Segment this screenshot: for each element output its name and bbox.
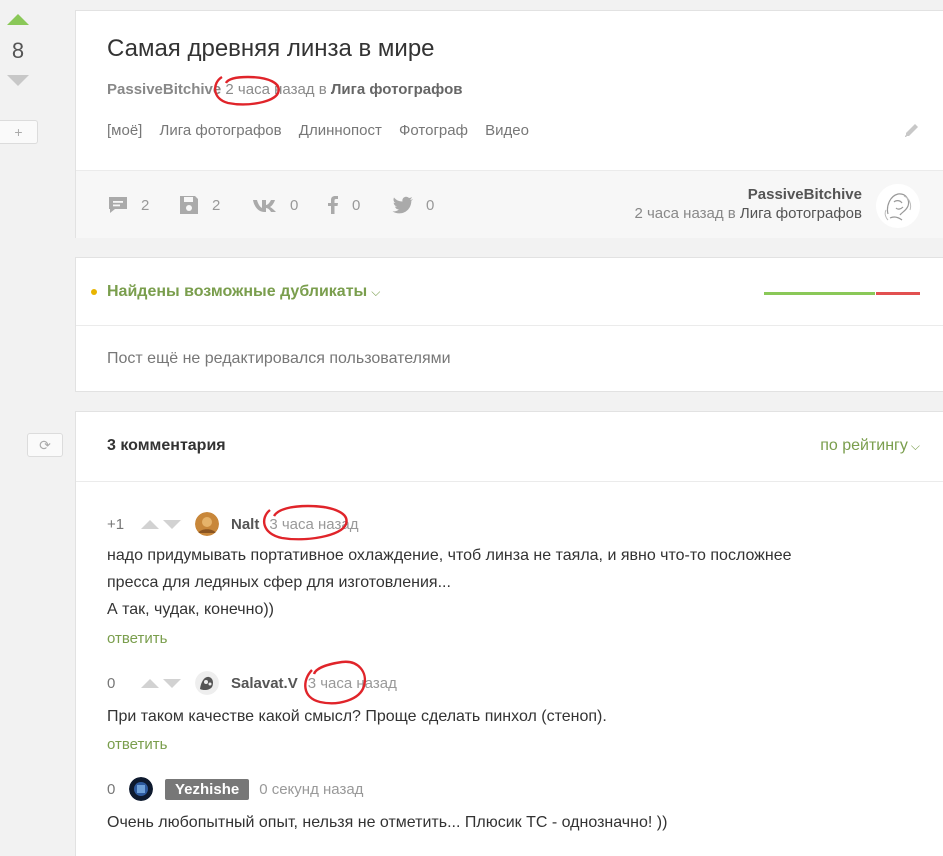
comment-line: При таком качестве какой смысл? Проще сд…: [107, 708, 607, 725]
duplicates-toggle[interactable]: Найдены возможные дубликаты ⌵: [107, 283, 380, 301]
vk-icon: [253, 200, 276, 212]
story-card: Самая древняя линза в мире PassiveBitchi…: [75, 10, 943, 238]
chevron-down-icon: ⌵: [371, 285, 381, 299]
footer-community[interactable]: Лига фотографов: [740, 205, 862, 222]
vk-share-stat[interactable]: 0: [252, 194, 298, 216]
tag-item[interactable]: Лига фотографов: [160, 122, 282, 139]
save-icon: [180, 196, 198, 214]
downvote-arrow-icon[interactable]: [7, 75, 29, 86]
comment-body: При таком качестве какой смысл? Проще сд…: [107, 703, 907, 730]
author-avatar[interactable]: [876, 184, 920, 228]
comment-downvote-icon[interactable]: [163, 678, 181, 688]
comment-author-badge[interactable]: Yezhishe: [165, 778, 250, 800]
comment-time: 3 часа назад: [269, 515, 359, 533]
comment-line: А так, чудак, конечно)): [107, 601, 274, 618]
upvote-arrow-icon[interactable]: [7, 14, 29, 25]
comments-stat[interactable]: 2: [107, 194, 149, 216]
vk-count: 0: [290, 196, 299, 214]
duplicates-bar-red: [876, 292, 920, 295]
comment-header: 0 Salavat.V 3 часа назад: [107, 670, 397, 696]
footer-meta: 2 часа назад в Лига фотографов: [634, 205, 862, 222]
story-community[interactable]: Лига фотографов: [331, 81, 463, 98]
comment-time: 3 часа назад: [307, 674, 397, 692]
story-time-suffix: назад в: [274, 81, 327, 98]
comment-icon: [109, 197, 127, 213]
status-dot-icon: [91, 289, 97, 295]
comments-count: 2: [141, 196, 150, 214]
comment-author[interactable]: Salavat.V: [231, 675, 298, 692]
tag-item[interactable]: Видео: [485, 122, 529, 139]
save-story-button[interactable]: +: [0, 120, 38, 144]
duplicates-card: Найдены возможные дубликаты ⌵ Пост ещё не…: [75, 257, 943, 392]
footer-time: 2 часа назад в: [634, 205, 736, 222]
comment-upvote-icon[interactable]: [141, 519, 159, 529]
comment-body: надо придумывать портативное охлаждение,…: [107, 542, 907, 623]
story-author[interactable]: PassiveBitchive: [107, 81, 221, 98]
tag-item[interactable]: [моё]: [107, 122, 142, 139]
comment-avatar[interactable]: [129, 777, 153, 801]
story-time: 2 часа: [225, 81, 270, 98]
page: 8 + ⟳ Самая древняя линза в мире Passive…: [0, 0, 943, 856]
comment-header: 0 Yezhishe 0 секунд назад: [107, 776, 363, 802]
reply-link[interactable]: ответить: [107, 630, 167, 647]
facebook-icon: [328, 196, 338, 214]
saves-stat[interactable]: 2: [178, 194, 220, 216]
reply-link[interactable]: ответить: [107, 736, 167, 753]
facebook-share-stat[interactable]: 0: [326, 194, 360, 216]
comment-upvote-icon[interactable]: [141, 678, 159, 688]
comment-body: Очень любопытный опыт, нельзя не отметит…: [107, 809, 907, 836]
tag-item[interactable]: Фотограф: [399, 122, 468, 139]
comments-card: 3 комментария по рейтингу ⌵ +1 Nalt 3 час…: [75, 411, 943, 856]
comment-rating: +1: [107, 515, 125, 533]
story-tags: [моё] Лига фотографов Длиннопост Фотогра…: [107, 122, 542, 139]
duplicates-bar-green: [764, 292, 875, 295]
comment-author[interactable]: Nalt: [231, 516, 259, 533]
twitter-share-stat[interactable]: 0: [392, 194, 434, 216]
story-title[interactable]: Самая древняя линза в мире: [107, 35, 435, 63]
saves-count: 2: [212, 196, 221, 214]
comment-rating: 0: [107, 674, 116, 692]
facebook-count: 0: [352, 196, 361, 214]
comment-header: +1 Nalt 3 часа назад: [107, 511, 358, 537]
footer-author-name[interactable]: PassiveBitchive: [634, 186, 862, 203]
pencil-icon[interactable]: [903, 121, 921, 139]
chevron-down-icon: ⌵: [910, 439, 920, 453]
comments-header: 3 комментария по рейтингу ⌵: [76, 412, 943, 482]
duplicates-title: Найдены возможные дубликаты: [107, 283, 368, 300]
sort-label: по рейтингу: [820, 437, 908, 454]
comment-rating: 0: [107, 780, 116, 798]
edit-history-note: Пост ещё не редактировался пользователям…: [107, 350, 451, 367]
duplicates-header: Найдены возможные дубликаты ⌵: [76, 258, 943, 326]
story-rating: 8: [11, 38, 25, 63]
left-rail: 8 + ⟳: [0, 0, 63, 856]
comment-line: Очень любопытный опыт, нельзя не отметит…: [107, 814, 668, 831]
twitter-icon: [392, 196, 413, 214]
comments-title: 3 комментария: [107, 437, 226, 454]
comment-avatar[interactable]: [195, 671, 219, 695]
comments-sort-dropdown[interactable]: по рейтингу ⌵: [820, 437, 920, 455]
refresh-comments-button[interactable]: ⟳: [27, 433, 63, 457]
twitter-count: 0: [426, 196, 435, 214]
story-footer: 2 2 0 0 0 PassiveBitchive 2 часа назад в…: [76, 170, 943, 238]
comment-line: надо придумывать портативное охлаждение,…: [107, 547, 792, 564]
footer-author-block: PassiveBitchive 2 часа назад в Лига фото…: [634, 186, 862, 222]
comment-line: пресса для ледяных сфер для изготовления…: [107, 574, 451, 591]
story-meta: PassiveBitchive 2 часа назад в Лига фото…: [107, 81, 462, 98]
comment-downvote-icon[interactable]: [163, 519, 181, 529]
comment-avatar[interactable]: [195, 512, 219, 536]
comment-time: 0 секунд назад: [259, 780, 364, 798]
tag-item[interactable]: Длиннопост: [299, 122, 382, 139]
